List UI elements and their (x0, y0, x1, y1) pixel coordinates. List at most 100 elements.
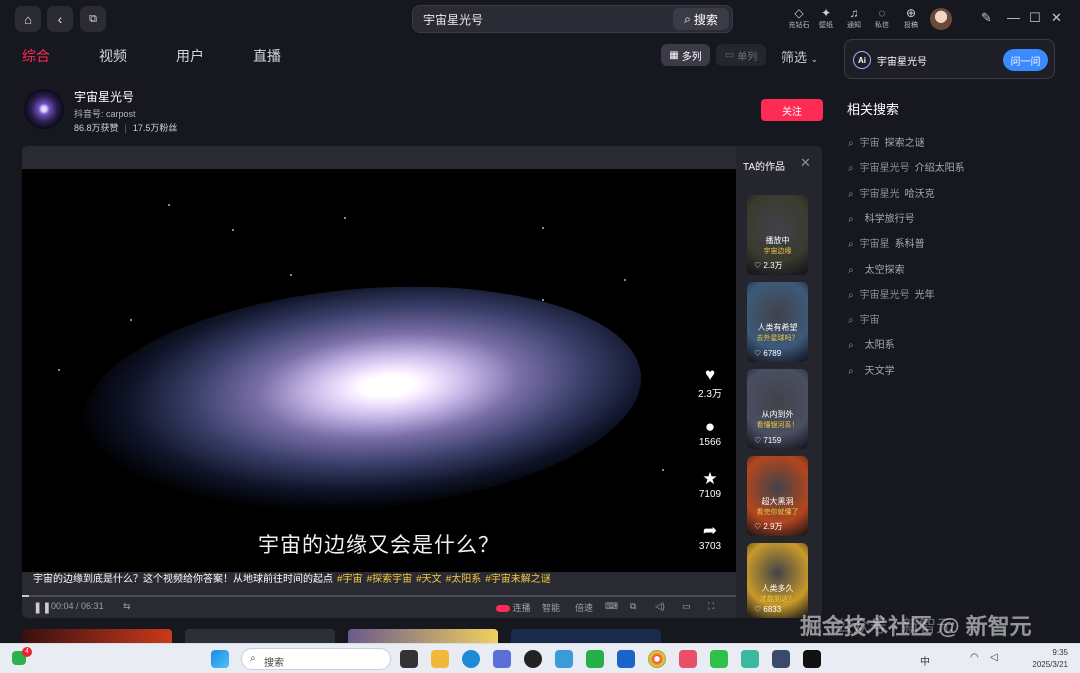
file-explorer-icon[interactable] (431, 650, 449, 668)
related-search-item[interactable]: ⌕ 太空探索 (848, 261, 905, 276)
related-search-item[interactable]: ⌕ 宇宙星 系科普 (848, 235, 925, 250)
app-icon[interactable] (555, 650, 573, 668)
creator-avatar[interactable] (24, 89, 64, 129)
wifi-icon[interactable]: ◠ (970, 652, 979, 663)
share-action[interactable]: ➦ 3703 (694, 521, 726, 552)
comment-action[interactable]: ● 1566 (694, 417, 726, 448)
tab-users[interactable]: 用户 (176, 46, 204, 66)
hashtag[interactable]: #宇宙 (337, 574, 363, 585)
comment-icon: ● (704, 417, 716, 436)
search-icon: ⌕ (848, 289, 854, 301)
result-thumbnail[interactable] (22, 629, 172, 643)
creator-name[interactable]: 宇宙星光号 (74, 88, 134, 105)
favorite-action[interactable]: ★ 7109 (694, 469, 726, 500)
pin-icon[interactable]: ✎ (981, 10, 992, 26)
taskbar-search[interactable]: ⌕ 搜索 (241, 648, 391, 670)
volume-icon[interactable]: ◁) (655, 601, 665, 612)
video-frame[interactable]: 宇宙的边缘又会是什么？ ♥ 2.3万 ●1566 ★7109 ➦3703 ··· (22, 169, 736, 572)
close-icon[interactable]: ✕ (800, 155, 811, 171)
result-thumbnail[interactable] (511, 629, 661, 643)
wallpaper-button[interactable]: ✦ 壁纸 (811, 6, 841, 30)
video-player[interactable]: 宇宙的边缘又会是什么？ ♥2.3万 ●1566 ★7109 ➦3703 ··· … (22, 146, 736, 618)
related-search-item[interactable]: ⌕ 科学旅行号 (848, 210, 915, 225)
related-search-item[interactable]: ⌕ 太阳系 (848, 336, 895, 351)
hashtag[interactable]: #探索宇宙 (367, 574, 413, 585)
edge-icon[interactable] (462, 650, 480, 668)
fullscreen-icon[interactable]: ⛶ (708, 601, 714, 612)
tab-comprehensive[interactable]: 综合 (22, 46, 50, 66)
result-thumbnail[interactable] (348, 629, 498, 643)
work-thumbnail[interactable]: 从内到外 看懂银河系！ ♡ 7159 (747, 369, 808, 449)
diamond-button[interactable]: ◇ 充钻石 (784, 6, 814, 30)
task-view-icon[interactable] (400, 650, 418, 668)
minimize-icon[interactable]: — (1007, 10, 1020, 25)
ime-indicator[interactable]: 中 (920, 653, 930, 668)
multi-column-button[interactable]: ▦ 多列 (661, 44, 710, 66)
heart-icon: ♡ (754, 261, 762, 270)
douyin-icon[interactable] (803, 650, 821, 668)
volume-icon[interactable]: ◁ (990, 652, 998, 663)
work-thumbnail[interactable]: 播放中 宇宙边缘 ♡ 2.3万 (747, 195, 808, 275)
tab-video[interactable]: 视频 (99, 46, 127, 66)
windows-start-icon[interactable] (211, 650, 229, 668)
single-icon: ▭ (724, 49, 735, 61)
hashtag[interactable]: #太阳系 (446, 574, 482, 585)
single-column-label: 单列 (737, 51, 758, 63)
message-button[interactable]: ◌ 私信 (867, 6, 897, 30)
maximize-icon[interactable]: ☐ (1029, 10, 1041, 26)
caption-icon[interactable]: ⌨ (605, 601, 618, 612)
fullscreen-web-icon[interactable]: ▭ (682, 601, 691, 612)
notification-button[interactable]: ♫ 通知 (839, 6, 869, 30)
related-search-item[interactable]: ⌕ 宇宙星光号 介绍太阳系 (848, 159, 965, 174)
hashtag[interactable]: #宇宙未解之谜 (485, 574, 551, 585)
app-icon[interactable] (524, 650, 542, 668)
hashtag[interactable]: #天文 (416, 574, 442, 585)
outlook-icon[interactable] (617, 650, 635, 668)
smart-button[interactable]: 智能 (542, 601, 560, 614)
user-avatar[interactable] (930, 8, 952, 30)
work-thumbnail[interactable]: 人类有希望 去外星球吗？ ♡ 6789 (747, 282, 808, 362)
work-thumbnail[interactable]: 人类多久 才能到达？ ♡ 6833 (747, 543, 808, 618)
filter-button[interactable]: 筛选 ⌄ (781, 47, 818, 66)
result-thumbnail[interactable] (185, 629, 335, 643)
single-column-button[interactable]: ▭ 单列 (716, 44, 766, 66)
app-icon[interactable] (679, 650, 697, 668)
progress-bar[interactable] (22, 595, 736, 597)
app-icon[interactable] (772, 650, 790, 668)
home-button[interactable]: ⌂ (15, 6, 41, 32)
related-search-item[interactable]: ⌕ 宇宙星光号 光年 (848, 286, 935, 301)
system-clock[interactable]: 9:35 2025/3/21 (1024, 647, 1068, 671)
work-thumbnail[interactable]: 超大黑洞 看完你就懂了 ♡ 2.9万 (747, 456, 808, 536)
pause-icon[interactable]: ❚❚ (33, 601, 51, 614)
clock-date: 2025/3/21 (1032, 660, 1068, 669)
search-icon: ⌕ (848, 213, 854, 225)
follow-button[interactable]: 关注 (761, 99, 823, 121)
speed-button[interactable]: 倍速 (575, 601, 593, 614)
autoplay-toggle[interactable]: 连播 (496, 601, 531, 614)
app-icon[interactable] (586, 650, 604, 668)
related-search-item[interactable]: ⌕ 宇宙 (848, 311, 885, 326)
ask-button[interactable]: 问一问 (1003, 49, 1048, 71)
store-icon[interactable] (493, 650, 511, 668)
upload-button[interactable]: ⊕ 投稿 (896, 6, 926, 30)
wechat-icon[interactable] (710, 650, 728, 668)
search-input[interactable]: 宇宙星光号 (413, 11, 673, 28)
search-bar[interactable]: 宇宙星光号 ⌕ 搜索 (412, 5, 733, 33)
close-icon[interactable]: ✕ (1051, 10, 1062, 26)
like-action[interactable]: ♥ 2.3万 (694, 365, 726, 400)
related-search-item[interactable]: ⌕ 宇宙 探索之谜 (848, 134, 925, 149)
next-icon[interactable]: ⇆ (123, 601, 131, 612)
chrome-icon[interactable] (648, 650, 666, 668)
work-like-count: 2.9万 (763, 522, 783, 531)
tab-live[interactable]: 直播 (253, 46, 281, 66)
creator-id: 抖音号: carpost (74, 109, 136, 119)
back-button[interactable]: ‹ (47, 6, 73, 32)
open-window-button[interactable]: ⧉ (80, 6, 106, 32)
related-search-item[interactable]: ⌕ 天文学 (848, 362, 895, 377)
pip-icon[interactable]: ⧉ (630, 601, 636, 612)
related-search-item[interactable]: ⌕ 宇宙星光 哈沃克 (848, 185, 935, 200)
more-icon[interactable]: ··· (694, 565, 726, 572)
app-icon[interactable] (741, 650, 759, 668)
search-button[interactable]: ⌕ 搜索 (673, 8, 729, 30)
ai-search-box[interactable]: Ai 宇宙星光号 问一问 (844, 39, 1055, 79)
